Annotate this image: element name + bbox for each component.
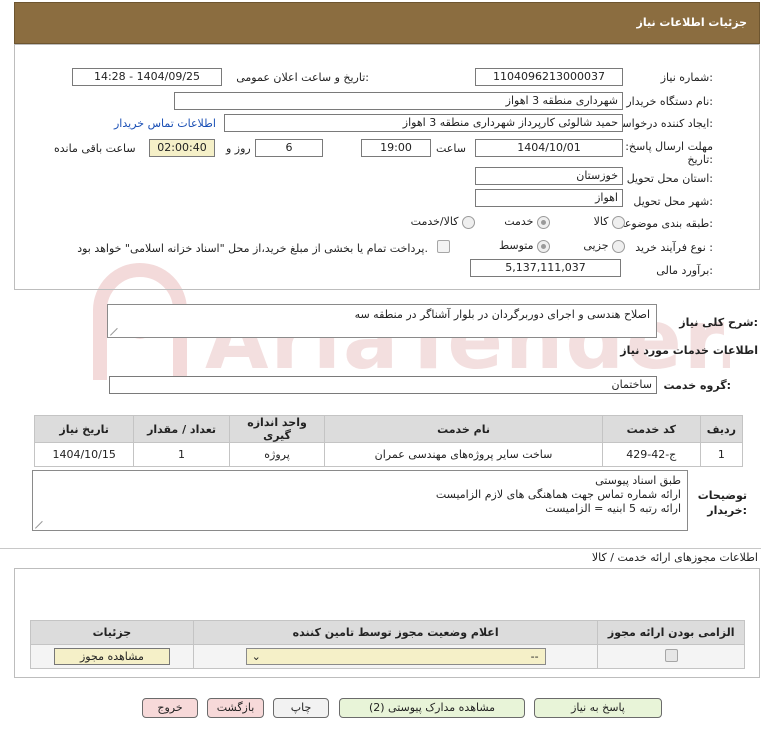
reply-button[interactable]: پاسخ به نیاز <box>534 698 662 718</box>
purchase-radio-group: جزیی متوسط <box>455 238 625 256</box>
col-need-date: تاریخ نیاز <box>33 415 135 443</box>
deadline-label: مهلت ارسال پاسخ: تا تاریخ: <box>615 140 713 166</box>
requester-label: ایجاد کننده درخواست: <box>611 117 713 130</box>
province-field: خوزستان <box>475 167 623 185</box>
summary-text: اصلاح هندسی و اجرای دوربرگردان در بلوار … <box>354 308 650 321</box>
summary-label: شرح کلی نیاز: <box>679 316 758 329</box>
cell-details: مشاهده مجوز <box>30 644 194 669</box>
purchase-option-minor-label: جزیی <box>583 239 609 252</box>
col-required: الزامی بودن ارائه مجوز <box>597 620 745 645</box>
required-checkbox-icon <box>664 648 678 662</box>
col-row: ردیف <box>699 415 744 443</box>
page-header: جزئیات اطلاعات نیاز <box>14 2 760 44</box>
cell-quantity: 1 <box>133 442 230 467</box>
purchase-option-medium-label: متوسط <box>498 239 534 252</box>
category-option-goods-label: کالا <box>593 215 609 228</box>
estimate-label: برآورد مالی: <box>656 264 713 277</box>
requester-field: حمید شالوئی کارپرداز شهرداری منطقه 3 اهو… <box>224 114 623 132</box>
col-service-name: نام خدمت <box>324 415 603 443</box>
services-table: تاریخ نیاز تعداد / مقدار واحد اندازه گیر… <box>33 415 744 467</box>
need-number-label: شماره نیاز: <box>660 71 713 84</box>
view-permit-button[interactable]: مشاهده مجوز <box>53 648 170 665</box>
cell-service-name: ساخت سایر پروژه‌های مهندسی عمران <box>324 442 603 467</box>
cell-service-code: ج-42-429 <box>601 442 701 467</box>
buyer-org-label: نام دستگاه خریدار: <box>626 95 713 108</box>
notes-line: ارائه رتبه 5 ابنیه = الزامیست <box>545 502 681 515</box>
purchase-option-medium[interactable]: متوسط <box>499 239 550 253</box>
view-attachments-button[interactable]: مشاهده مدارک پیوستی (2) <box>339 698 525 718</box>
radio-selected-icon[interactable] <box>537 239 550 253</box>
need-number-field: 1104096213000037 <box>475 68 623 86</box>
category-option-service-label: خدمت <box>504 215 534 228</box>
permit-status-select[interactable]: -- ⌄ <box>245 648 546 665</box>
payment-note: پرداخت تمام یا بخشی از مبلغ خرید،از محل … <box>77 242 428 255</box>
col-quantity: تعداد / مقدار <box>133 415 230 443</box>
radio-selected-icon[interactable] <box>537 215 550 229</box>
purchase-type-label: نوع فرآیند خرید : <box>635 241 713 254</box>
cell-status: -- ⌄ <box>192 644 599 669</box>
summary-textarea[interactable]: اصلاح هندسی و اجرای دوربرگردان در بلوار … <box>107 304 657 343</box>
city-field: اهواز <box>475 189 623 207</box>
cell-required <box>597 644 745 669</box>
service-group-field: ساختمان <box>109 376 657 394</box>
city-label: شهر محل تحویل: <box>633 195 713 208</box>
chevron-down-icon[interactable]: ⌄ <box>252 649 261 664</box>
buyer-notes-textarea[interactable]: طبق اسناد پیوستی ارائه شماره تماس جهت هم… <box>32 470 688 536</box>
deadline-date-field: 1404/10/01 <box>475 139 623 157</box>
exit-button[interactable]: خروج <box>142 698 198 718</box>
resize-grip-icon[interactable] <box>35 520 50 536</box>
cell-row: 1 <box>699 442 744 467</box>
category-option-service[interactable]: خدمت <box>504 215 550 229</box>
services-table-header: تاریخ نیاز تعداد / مقدار واحد اندازه گیر… <box>33 415 744 443</box>
col-status: اعلام وضعیت مجوز توسط تامین کننده <box>192 620 599 645</box>
table-row: 1404/10/15 1 پروژه ساخت سایر پروژه‌های م… <box>33 442 744 467</box>
services-info-heading: اطلاعات خدمات مورد نیاز <box>620 344 758 357</box>
col-service-code: کد خدمت <box>601 415 701 443</box>
radio-icon[interactable] <box>612 215 625 229</box>
table-row: مشاهده مجوز -- ⌄ <box>30 644 745 669</box>
resize-grip-icon[interactable] <box>110 327 125 343</box>
buyer-notes-label: توضیحات خریدار: <box>697 489 747 517</box>
buyer-org-field: شهرداری منطقه 3 اهواز <box>174 92 623 110</box>
estimate-field: 5,137,111,037 <box>470 259 621 277</box>
permit-status-value: -- <box>530 650 539 663</box>
announce-datetime-field: 1404/09/25 - 14:28 <box>72 68 222 86</box>
remaining-time-field: 02:00:40 <box>149 139 215 157</box>
buyer-contact-link[interactable]: اطلاعات تماس خریدار <box>114 117 216 130</box>
category-option-goods[interactable]: کالا <box>594 215 625 229</box>
days-field: 6 <box>255 139 323 157</box>
service-group-label: گروه خدمت: <box>663 379 731 392</box>
page-title: جزئیات اطلاعات نیاز <box>636 16 748 29</box>
permits-heading: اطلاعات مجوزهای ارائه خدمت / کالا <box>591 551 758 564</box>
permits-table: جزئیات اعلام وضعیت مجوز توسط تامین کننده… <box>30 620 745 669</box>
print-button[interactable]: چاپ <box>273 698 329 718</box>
col-details: جزئیات <box>30 620 194 645</box>
category-option-both-label: کالا/خدمت <box>410 215 459 228</box>
cell-need-date: 1404/10/15 <box>33 442 135 467</box>
purchase-option-minor[interactable]: جزیی <box>583 239 625 253</box>
back-button[interactable]: بازگشت <box>207 698 264 718</box>
radio-icon[interactable] <box>462 215 475 229</box>
cell-unit: پروژه <box>228 442 326 467</box>
section-divider <box>0 548 761 549</box>
category-option-both[interactable]: کالا/خدمت <box>411 215 475 229</box>
remaining-label: ساعت باقی مانده <box>54 142 136 155</box>
col-unit: واحد اندازه گیری <box>228 415 326 443</box>
announce-datetime-label: تاریخ و ساعت اعلان عمومی: <box>236 71 369 84</box>
permits-table-header: جزئیات اعلام وضعیت مجوز توسط تامین کننده… <box>30 620 745 645</box>
category-label: طبقه بندی موضوعی: <box>615 217 713 230</box>
category-radio-group: کالا خدمت کالا/خدمت <box>395 214 625 232</box>
notes-line: طبق اسناد پیوستی <box>595 474 681 487</box>
treasury-checkbox[interactable] <box>437 240 450 253</box>
days-label: روز و <box>226 142 251 155</box>
province-label: استان محل تحویل: <box>626 172 713 185</box>
notes-line: ارائه شماره تماس جهت هماهنگی های لازم ال… <box>435 488 681 501</box>
deadline-time-label: ساعت <box>436 142 466 155</box>
radio-icon[interactable] <box>612 239 625 253</box>
deadline-time-field: 19:00 <box>361 139 431 157</box>
